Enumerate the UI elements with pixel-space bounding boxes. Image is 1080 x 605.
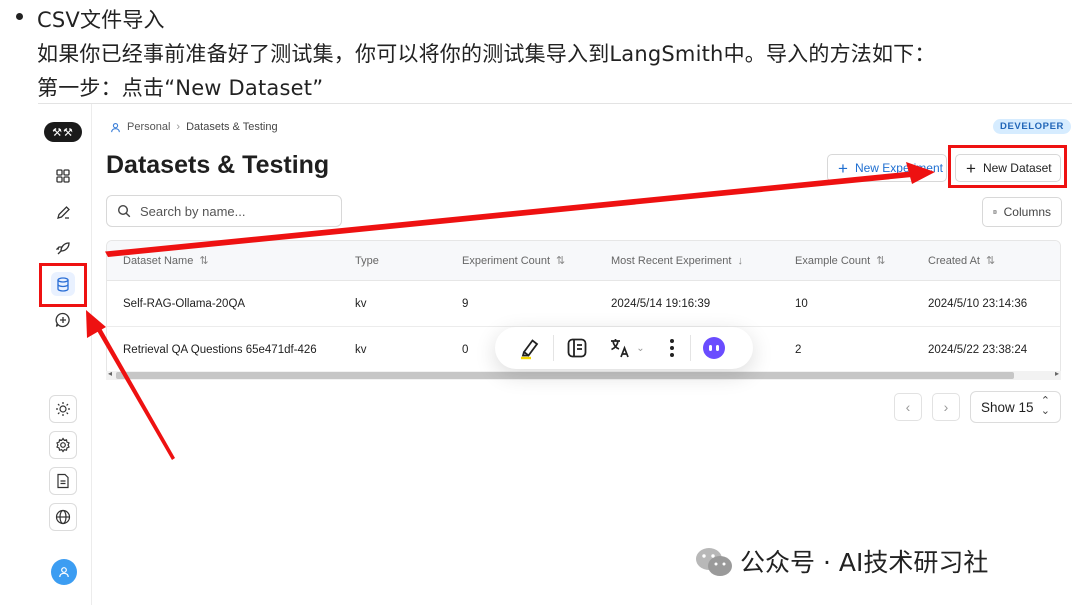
bullet-icon: [16, 13, 23, 20]
column-header-label: Experiment Count: [462, 254, 551, 267]
chevron-left-icon: ‹: [905, 399, 911, 415]
column-header-most-recent-experiment[interactable]: Most Recent Experiment ↓: [611, 241, 743, 280]
sort-icon: ⇅: [876, 255, 886, 267]
breadcrumb-workspace[interactable]: Personal: [127, 121, 170, 133]
sort-down-icon: ↓: [737, 254, 743, 267]
next-page-button[interactable]: ›: [932, 393, 960, 421]
wechat-icon: [694, 546, 732, 576]
scroll-right-icon[interactable]: ▸: [1055, 369, 1059, 378]
column-header-experiment-count[interactable]: Experiment Count ⇅: [462, 241, 565, 280]
user-avatar-icon[interactable]: [51, 559, 77, 585]
step-one-text: 第一步：点击“New Dataset”: [37, 76, 324, 100]
chevron-right-icon: ›: [176, 121, 181, 133]
cell-dataset-name[interactable]: Self-RAG-Ollama-20QA: [123, 281, 245, 326]
scroll-left-icon[interactable]: ◂: [108, 369, 112, 378]
sidebar-panel-icon[interactable]: [554, 327, 600, 369]
chat-plus-icon[interactable]: [51, 308, 75, 332]
scrollbar-thumb[interactable]: [116, 372, 1014, 379]
column-header-dataset-name[interactable]: Dataset Name ⇅: [123, 241, 209, 280]
highlighter-icon[interactable]: [507, 327, 553, 369]
user-icon: [111, 122, 120, 132]
search-icon: [117, 204, 131, 218]
more-options-icon[interactable]: [654, 327, 690, 369]
gear-icon[interactable]: [49, 431, 77, 459]
cell-experiment-count: 9: [462, 297, 469, 310]
column-header-label: Type: [355, 254, 379, 267]
sun-icon[interactable]: [49, 395, 77, 423]
cell-dataset-name[interactable]: Retrieval QA Questions 65e471df-426: [123, 327, 317, 372]
cell-created-at: 2024/5/10 23:14:36: [928, 297, 1028, 310]
annotation-box-new-dataset: [948, 145, 1067, 188]
columns-icon: [993, 210, 997, 214]
new-experiment-label: New Experiment: [854, 161, 943, 175]
annotation-box-datasets-icon: [39, 263, 87, 307]
langsmith-logo-icon[interactable]: ⚒⚒: [44, 122, 82, 142]
cell-most-recent-experiment: 2024/5/14 19:16:39: [611, 297, 711, 310]
page-title: Datasets & Testing: [106, 151, 330, 179]
cell-type: kv: [355, 297, 367, 310]
page-size-value: Show 15: [981, 399, 1034, 415]
cell-created-at: 2024/5/22 23:38:24: [928, 343, 1028, 356]
cell-example-count: 10: [795, 297, 808, 310]
cell-example-count: 2: [795, 343, 802, 356]
column-header-label: Example Count: [795, 254, 871, 267]
cell-type: kv: [355, 343, 367, 356]
column-header-example-count[interactable]: Example Count ⇅: [795, 241, 885, 280]
column-header-created-at[interactable]: Created At ⇅: [928, 241, 995, 280]
sort-icon: ⇅: [199, 255, 209, 267]
globe-icon[interactable]: [49, 503, 77, 531]
env-badge: DEVELOPER: [993, 119, 1071, 134]
langsmith-app: ⚒⚒ Personal › Datasets & Testing DEVELOP…: [38, 104, 1072, 605]
search-input[interactable]: [140, 203, 320, 219]
sort-icon: ⇅: [556, 255, 566, 267]
updown-chevron-icon: ⌃ ⌄: [1040, 395, 1050, 417]
column-header-label: Most Recent Experiment: [611, 254, 732, 267]
rocket-icon[interactable]: [51, 236, 75, 260]
table-header: Dataset Name ⇅ Type Experiment Count ⇅ Mos…: [107, 241, 1060, 281]
horizontal-scrollbar[interactable]: ◂ ▸: [106, 369, 1061, 380]
assistant-bot-icon[interactable]: [691, 327, 737, 369]
plus-icon: +: [838, 158, 848, 178]
new-experiment-button[interactable]: + New Experiment: [827, 154, 947, 182]
table-row[interactable]: Self-RAG-Ollama-20QA kv 9 2024/5/14 19:1…: [107, 281, 1060, 327]
breadcrumb-current: Datasets & Testing: [186, 121, 278, 133]
chevron-right-icon: ›: [943, 399, 949, 415]
floating-toolbar: ⌄: [495, 327, 753, 369]
breadcrumb: Personal › Datasets & Testing: [110, 121, 278, 133]
article-header: CSV文件导入 如果你已经事前准备好了测试集，你可以将你的测试集导入到LangS…: [0, 0, 1080, 104]
prev-page-button[interactable]: ‹: [894, 393, 922, 421]
watermark-text: 公众号 · AI技术研习社: [740, 548, 989, 577]
sort-icon: ⇅: [985, 255, 996, 267]
cell-experiment-count: 0: [462, 343, 469, 356]
intro-paragraph: 如果你已经事前准备好了测试集，你可以将你的测试集导入到LangSmith中。导入…: [37, 42, 936, 66]
columns-label: Columns: [1003, 205, 1051, 219]
sidebar: ⚒⚒: [38, 104, 92, 605]
document-icon[interactable]: [49, 467, 77, 495]
column-header-label: Dataset Name: [123, 254, 194, 267]
translate-icon[interactable]: ⌄: [600, 327, 654, 369]
column-header-label: Created At: [928, 254, 980, 267]
search-box[interactable]: [106, 195, 342, 227]
grid-icon[interactable]: [51, 164, 75, 188]
columns-button[interactable]: Columns: [982, 197, 1062, 227]
chevron-down-icon: ⌄: [636, 342, 645, 354]
page-size-select[interactable]: Show 15 ⌃ ⌄: [970, 391, 1061, 423]
section-heading: CSV文件导入: [37, 8, 165, 32]
watermark: 公众号 · AI技术研习社: [694, 543, 988, 579]
column-header-type[interactable]: Type: [355, 241, 379, 280]
pen-icon[interactable]: [51, 200, 75, 224]
